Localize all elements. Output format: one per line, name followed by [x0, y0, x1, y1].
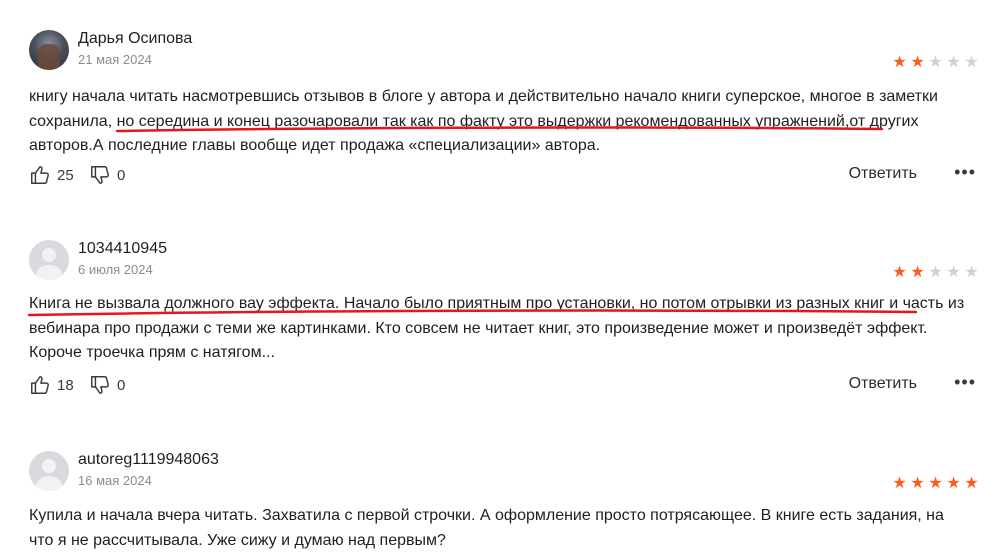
ellipsis-icon: ••• [954, 162, 976, 182]
review-text-highlight: но середина и конец разочаровали так как… [116, 112, 845, 130]
thumb-up-icon [31, 166, 49, 184]
thumb-down-icon [91, 376, 109, 394]
avatar[interactable] [29, 30, 69, 70]
review-text: Книга не вызвала должного вау эффекта. Н… [29, 292, 969, 366]
rating-stars: ★ ★ ★ ★ ★ [891, 52, 981, 72]
star-filled-icon: ★ [892, 475, 908, 492]
star-filled-icon: ★ [910, 264, 926, 281]
star-empty-icon: ★ [928, 54, 944, 71]
review-author[interactable]: Дарья Осипова [78, 30, 192, 48]
like-count: 18 [57, 376, 74, 394]
avatar[interactable] [29, 451, 69, 491]
star-filled-icon: ★ [910, 475, 926, 492]
reply-button[interactable]: Ответить [849, 165, 917, 183]
star-empty-icon: ★ [964, 264, 980, 281]
review-actions: 25 0 Ответить ••• [29, 162, 979, 188]
more-options-button[interactable]: ••• [954, 372, 976, 393]
dislike-count: 0 [117, 376, 126, 394]
review-text-part: Купила и начала вчера читать. Захватила … [29, 507, 944, 549]
star-empty-icon: ★ [928, 264, 944, 281]
dislike-button[interactable]: 0 [89, 374, 125, 396]
star-filled-icon: ★ [892, 264, 908, 281]
review-text: Купила и начала вчера читать. Захватила … [29, 504, 969, 553]
review-text-part: Книга не вызвала должного вау эффекта. Н… [29, 295, 965, 361]
star-filled-icon: ★ [892, 54, 908, 71]
like-button[interactable]: 25 [29, 164, 74, 186]
review-date: 6 июля 2024 [78, 262, 153, 277]
thumb-up-icon [31, 376, 49, 394]
rating-stars: ★ ★ ★ ★ ★ [891, 262, 981, 282]
like-count: 25 [57, 166, 74, 184]
star-filled-icon: ★ [910, 54, 926, 71]
reply-button[interactable]: Ответить [849, 375, 917, 393]
review-author[interactable]: autoreg1119948063 [78, 451, 219, 469]
star-empty-icon: ★ [964, 54, 980, 71]
star-empty-icon: ★ [946, 54, 962, 71]
avatar[interactable] [29, 240, 69, 280]
dislike-count: 0 [117, 166, 126, 184]
review-actions: 18 0 Ответить ••• [29, 372, 979, 398]
star-filled-icon: ★ [928, 475, 944, 492]
ellipsis-icon: ••• [954, 372, 976, 392]
review-text: книгу начала читать насмотревшись отзыво… [29, 85, 969, 159]
review-date: 16 мая 2024 [78, 473, 152, 488]
star-filled-icon: ★ [964, 475, 980, 492]
like-button[interactable]: 18 [29, 374, 74, 396]
review-author[interactable]: 1034410945 [78, 240, 167, 258]
thumb-down-icon [91, 166, 109, 184]
star-filled-icon: ★ [946, 475, 962, 492]
review-date: 21 мая 2024 [78, 52, 152, 67]
more-options-button[interactable]: ••• [954, 162, 976, 183]
rating-stars: ★ ★ ★ ★ ★ [891, 473, 981, 493]
dislike-button[interactable]: 0 [89, 164, 125, 186]
star-empty-icon: ★ [946, 264, 962, 281]
